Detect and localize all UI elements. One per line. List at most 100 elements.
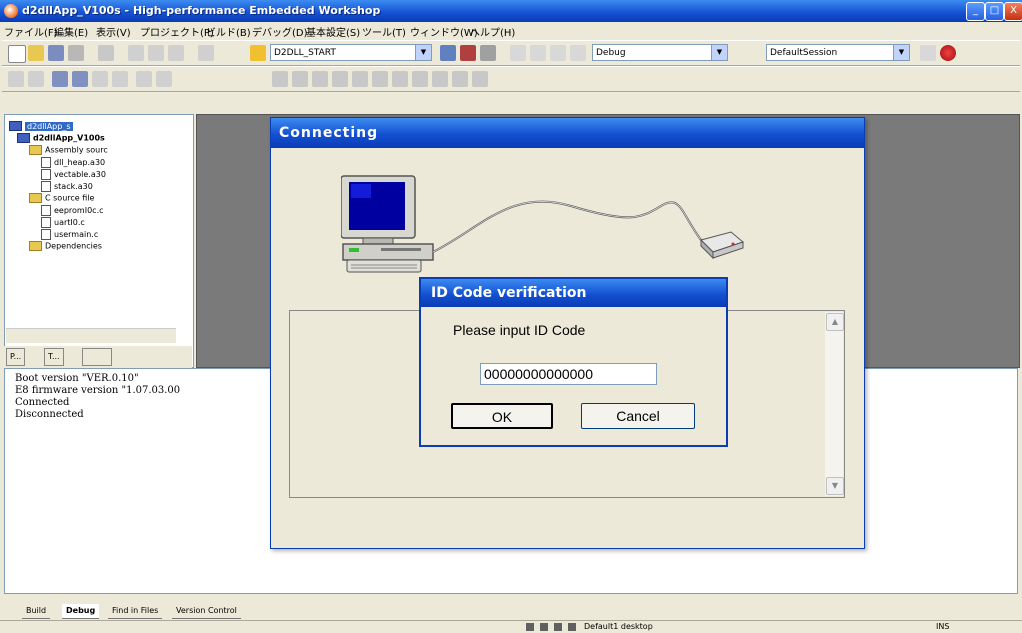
build-icon[interactable] (440, 45, 456, 61)
go-cursor-icon[interactable] (392, 71, 408, 87)
tree-item-folder[interactable]: Dependencies (29, 241, 102, 251)
id-code-input[interactable] (480, 363, 657, 385)
find-icon[interactable] (198, 45, 214, 61)
locals-icon[interactable] (112, 71, 128, 87)
tree-item-root[interactable]: d2dllApp_s (9, 121, 73, 131)
connection-illustration (341, 175, 745, 273)
output-line: Boot version "VER.0.10" (15, 373, 139, 384)
scroll-up-icon[interactable]: ▲ (826, 313, 844, 331)
tree-item-project[interactable]: d2dllApp_V100s (17, 133, 105, 143)
tab-version-control[interactable]: Version Control (172, 604, 241, 619)
minimize-button[interactable]: _ (966, 2, 985, 21)
desktop-icon[interactable] (554, 623, 562, 631)
tree-item-folder[interactable]: C source file (29, 193, 94, 203)
save-icon[interactable] (48, 45, 64, 61)
run-icon[interactable] (332, 71, 348, 87)
tree-item-file[interactable]: eepromI0c.c (41, 205, 104, 216)
performance-icon[interactable] (432, 71, 448, 87)
project-combo[interactable]: D2DLL_START ▼ (270, 44, 432, 61)
desktop-icon[interactable] (568, 623, 576, 631)
workspace-icon (9, 121, 22, 131)
download-icon[interactable] (550, 45, 566, 61)
menu-help[interactable]: ヘルプ(H) (470, 24, 515, 39)
desktop-icon[interactable] (526, 623, 534, 631)
menu-settings[interactable]: 基本設定(S) (306, 24, 360, 39)
image-icon[interactable] (472, 71, 488, 87)
id-code-prompt: Please input ID Code (453, 322, 586, 338)
config-combo[interactable]: Debug ▼ (592, 44, 728, 61)
cut-icon[interactable] (128, 45, 144, 61)
scroll-down-icon[interactable]: ▼ (826, 477, 844, 495)
menu-project[interactable]: プロジェクト(P) (140, 24, 214, 39)
chevron-down-icon[interactable]: ▼ (893, 45, 909, 60)
close-button[interactable]: X (1004, 2, 1022, 21)
tree-item-file[interactable]: vectable.a30 (41, 169, 106, 180)
tree-item-folder[interactable]: Assembly sourc (29, 145, 108, 155)
chevron-down-icon[interactable]: ▼ (711, 45, 727, 60)
maximize-button[interactable]: □ (985, 2, 1004, 21)
settings-icon[interactable] (920, 45, 936, 61)
output-log: Boot version "VER.0.10" E8 firmware versi… (15, 373, 180, 421)
file-icon (41, 169, 51, 180)
tab-templates[interactable]: T... (44, 348, 64, 366)
tab-find-in-files[interactable]: Find in Files (108, 604, 163, 619)
save-all-icon[interactable] (68, 45, 84, 61)
window-title: d2dllApp_V100s - High-performance Embedd… (22, 4, 381, 17)
halt-icon[interactable] (352, 71, 368, 87)
tree-item-file[interactable]: usermain.c (41, 229, 98, 240)
print-icon[interactable] (98, 45, 114, 61)
tab-build[interactable]: Build (22, 604, 51, 619)
reset-go-icon[interactable] (372, 71, 388, 87)
copy-icon[interactable] (148, 45, 164, 61)
step-out-icon[interactable] (312, 71, 328, 87)
connect-icon[interactable] (510, 45, 526, 61)
message-vertical-scrollbar[interactable]: ▲ ▼ (825, 312, 844, 496)
status-bar: Default1 desktop INS (0, 620, 1022, 633)
register-icon[interactable] (72, 71, 88, 87)
file-icon (41, 217, 51, 228)
build-all-icon[interactable] (460, 45, 476, 61)
disconnect-icon[interactable] (530, 45, 546, 61)
watch-icon[interactable] (92, 71, 108, 87)
menu-window[interactable]: ウィンドウ(W) (410, 24, 478, 39)
tab-projects[interactable]: P... (6, 348, 26, 366)
menu-file[interactable]: ファイル(F) (4, 24, 58, 39)
menu-edit[interactable]: 編集(E) (54, 24, 88, 39)
debug-toolbar (2, 66, 1020, 92)
stack-icon[interactable] (452, 71, 468, 87)
workspace-icon[interactable] (8, 71, 24, 87)
title-bar[interactable]: d2dllApp_V100s - High-performance Embedd… (0, 0, 1022, 22)
chevron-down-icon[interactable]: ▼ (415, 45, 431, 60)
stop-build-icon[interactable] (480, 45, 496, 61)
menu-tools[interactable]: ツール(T) (362, 24, 406, 39)
output-icon[interactable] (28, 71, 44, 87)
session-combo[interactable]: DefaultSession ▼ (766, 44, 910, 61)
menu-build[interactable]: ビルド(B) (206, 24, 251, 39)
tab-navigation[interactable] (82, 348, 112, 366)
new-file-icon[interactable] (8, 45, 26, 63)
breakpoint-icon[interactable] (136, 71, 152, 87)
stop-icon[interactable] (940, 45, 956, 61)
menu-debug[interactable]: デバッグ(D) (252, 24, 308, 39)
trace-icon[interactable] (412, 71, 428, 87)
menu-view[interactable]: 表示(V) (96, 24, 131, 39)
file-icon (41, 181, 51, 192)
open-folder-icon[interactable] (28, 45, 44, 61)
computer-icon (341, 175, 434, 273)
reset-icon[interactable] (570, 45, 586, 61)
tree-horizontal-scrollbar[interactable] (6, 328, 176, 343)
tree-item-file[interactable]: dll_heap.a30 (41, 157, 105, 168)
debug-icon[interactable] (250, 45, 266, 61)
memory-icon[interactable] (52, 71, 68, 87)
tree-item-file[interactable]: uartI0.c (41, 217, 85, 228)
paste-icon[interactable] (168, 45, 184, 61)
desktop-icon[interactable] (540, 623, 548, 631)
tree-item-file[interactable]: stack.a30 (41, 181, 93, 192)
tab-debug[interactable]: Debug (62, 604, 100, 619)
cancel-button[interactable]: Cancel (581, 403, 695, 429)
event-icon[interactable] (156, 71, 172, 87)
session-combo-value: DefaultSession (770, 48, 838, 58)
step-over-icon[interactable] (292, 71, 308, 87)
step-in-icon[interactable] (272, 71, 288, 87)
ok-button[interactable]: OK (451, 403, 553, 429)
